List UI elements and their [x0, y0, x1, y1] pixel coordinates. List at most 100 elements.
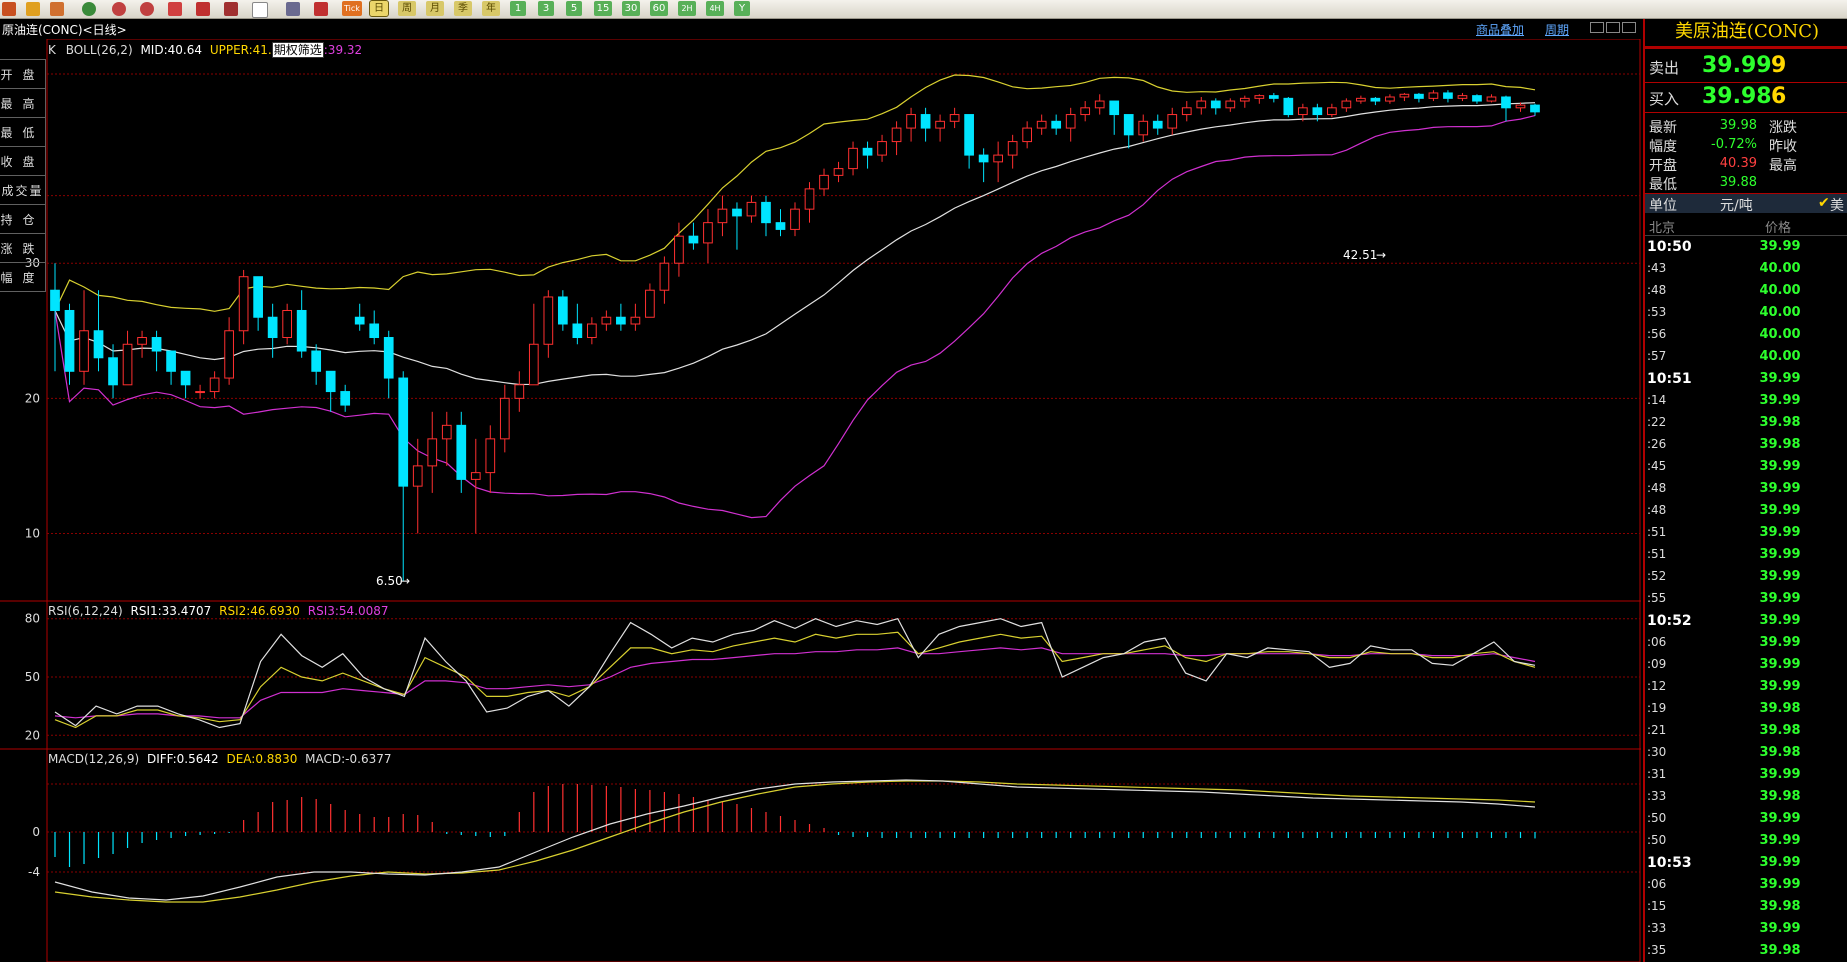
candle-body — [891, 127, 902, 143]
minute-15-button[interactable]: 15 — [594, 1, 612, 16]
legend-rsi1: RSI1:33.4707 — [130, 604, 212, 618]
candle-body — [79, 330, 89, 372]
minute-60-button[interactable]: 60 — [650, 1, 668, 16]
candle — [528, 303, 539, 386]
candle-body — [1065, 114, 1076, 129]
period-year-button[interactable]: 年 — [482, 1, 500, 16]
rsi2-line — [54, 631, 1536, 729]
candle — [79, 290, 89, 385]
candle-body — [499, 397, 510, 440]
candle-body — [1385, 96, 1395, 102]
tick-price: 39.99 — [1759, 679, 1801, 694]
candle-body — [1414, 93, 1424, 99]
macd-legend: MACD(12,26,9) DIFF:0.5642 DEA:0.8830 MAC… — [48, 752, 392, 766]
cycle-link[interactable]: 周期 — [1545, 21, 1569, 38]
period-week-button[interactable]: 周 — [398, 1, 416, 16]
tick-price: 39.99 — [1759, 591, 1801, 606]
layout-buttons — [1590, 22, 1636, 33]
col-price-header: 价格 — [1765, 221, 1792, 236]
window-icon[interactable] — [168, 2, 182, 16]
minute-5-button[interactable]: 5 — [566, 1, 582, 16]
option-filter-button[interactable]: 期权筛选 — [271, 42, 324, 58]
chart-line-icon[interactable] — [314, 2, 328, 16]
candle-body — [1297, 107, 1308, 116]
period-day-button[interactable]: 日 — [369, 0, 389, 17]
year-button[interactable]: Y — [734, 1, 750, 16]
candle-body — [311, 350, 322, 372]
table-icon[interactable] — [286, 2, 300, 16]
candle — [1022, 121, 1033, 149]
period-quarter-button[interactable]: 季 — [454, 1, 472, 16]
candle — [195, 384, 205, 399]
notes-icon[interactable] — [26, 2, 40, 16]
candle-body — [195, 391, 205, 394]
hour-4-button[interactable]: 4H — [706, 1, 724, 16]
refresh-icon[interactable] — [82, 2, 96, 16]
tick-price: 39.98 — [1759, 899, 1801, 914]
candle — [412, 438, 423, 534]
candle — [1268, 92, 1279, 103]
sell-price: 39.99 — [1702, 53, 1772, 78]
candle-body — [1210, 100, 1221, 109]
candle — [688, 222, 699, 250]
candle-body — [746, 201, 757, 217]
candle-body — [949, 114, 960, 122]
col-time-header: 北京 — [1649, 221, 1676, 236]
tick-time: :50 — [1647, 833, 1667, 847]
candle — [296, 290, 307, 358]
brush-icon[interactable] — [224, 2, 238, 16]
tick-time: 10:52 — [1647, 613, 1692, 629]
scroll-left-icon[interactable] — [1590, 22, 1604, 33]
candle-body — [50, 289, 60, 311]
candle — [746, 195, 757, 223]
macd-tick-label: 0 — [32, 825, 40, 839]
overlay-commodity-link[interactable]: 商品叠加 — [1476, 21, 1524, 38]
candle — [804, 182, 815, 223]
tick-price: 40.00 — [1759, 349, 1801, 364]
unit-check-label: 美 — [1830, 198, 1844, 214]
pen-icon[interactable] — [196, 2, 210, 16]
tick-time: :06 — [1647, 877, 1667, 891]
divider — [1645, 235, 1847, 236]
candle-body — [761, 201, 771, 224]
zoom-out-icon[interactable] — [140, 2, 154, 16]
candle-body — [1486, 96, 1497, 102]
filter-icon[interactable] — [252, 2, 268, 18]
period-month-button[interactable]: 月 — [426, 1, 444, 16]
panel-toggle-icon[interactable] — [1622, 22, 1636, 33]
tick-time: :31 — [1647, 767, 1667, 781]
tick-time: :48 — [1647, 481, 1667, 495]
tick-time: :55 — [1647, 591, 1667, 605]
tick-price: 40.00 — [1759, 327, 1801, 342]
candle — [833, 161, 844, 183]
minute-30-button[interactable]: 30 — [622, 1, 640, 16]
candle — [311, 344, 322, 385]
boll-mid-line — [54, 102, 1536, 386]
candle-body — [848, 147, 858, 170]
candle-body — [1007, 141, 1018, 156]
candle-body — [1428, 92, 1439, 99]
candle-body — [1356, 97, 1366, 102]
candle — [1109, 100, 1120, 135]
stat-label: 涨跌 — [1769, 120, 1797, 136]
hour-2-button[interactable]: 2H — [678, 1, 696, 16]
list-icon[interactable] — [50, 2, 64, 16]
candle — [877, 134, 887, 162]
price-tick-label: 10 — [25, 526, 40, 540]
minute-1-button[interactable]: 1 — [510, 1, 526, 16]
tick-button[interactable]: Tick — [342, 1, 362, 16]
unit-label: 单位 — [1649, 198, 1677, 214]
zoom-in-icon[interactable] — [112, 2, 126, 16]
scroll-right-icon[interactable] — [1606, 22, 1620, 33]
candle-body — [485, 438, 496, 474]
candle-body — [122, 343, 133, 386]
unit-check-icon[interactable]: ✔ — [1818, 195, 1830, 211]
candle-body — [1022, 127, 1033, 143]
home-icon[interactable] — [2, 2, 16, 16]
candle-body — [804, 188, 815, 210]
candle — [862, 141, 873, 169]
minute-3-button[interactable]: 3 — [538, 1, 554, 16]
candle-body — [674, 235, 684, 264]
candle-body — [166, 350, 176, 372]
candle-body — [427, 438, 438, 467]
